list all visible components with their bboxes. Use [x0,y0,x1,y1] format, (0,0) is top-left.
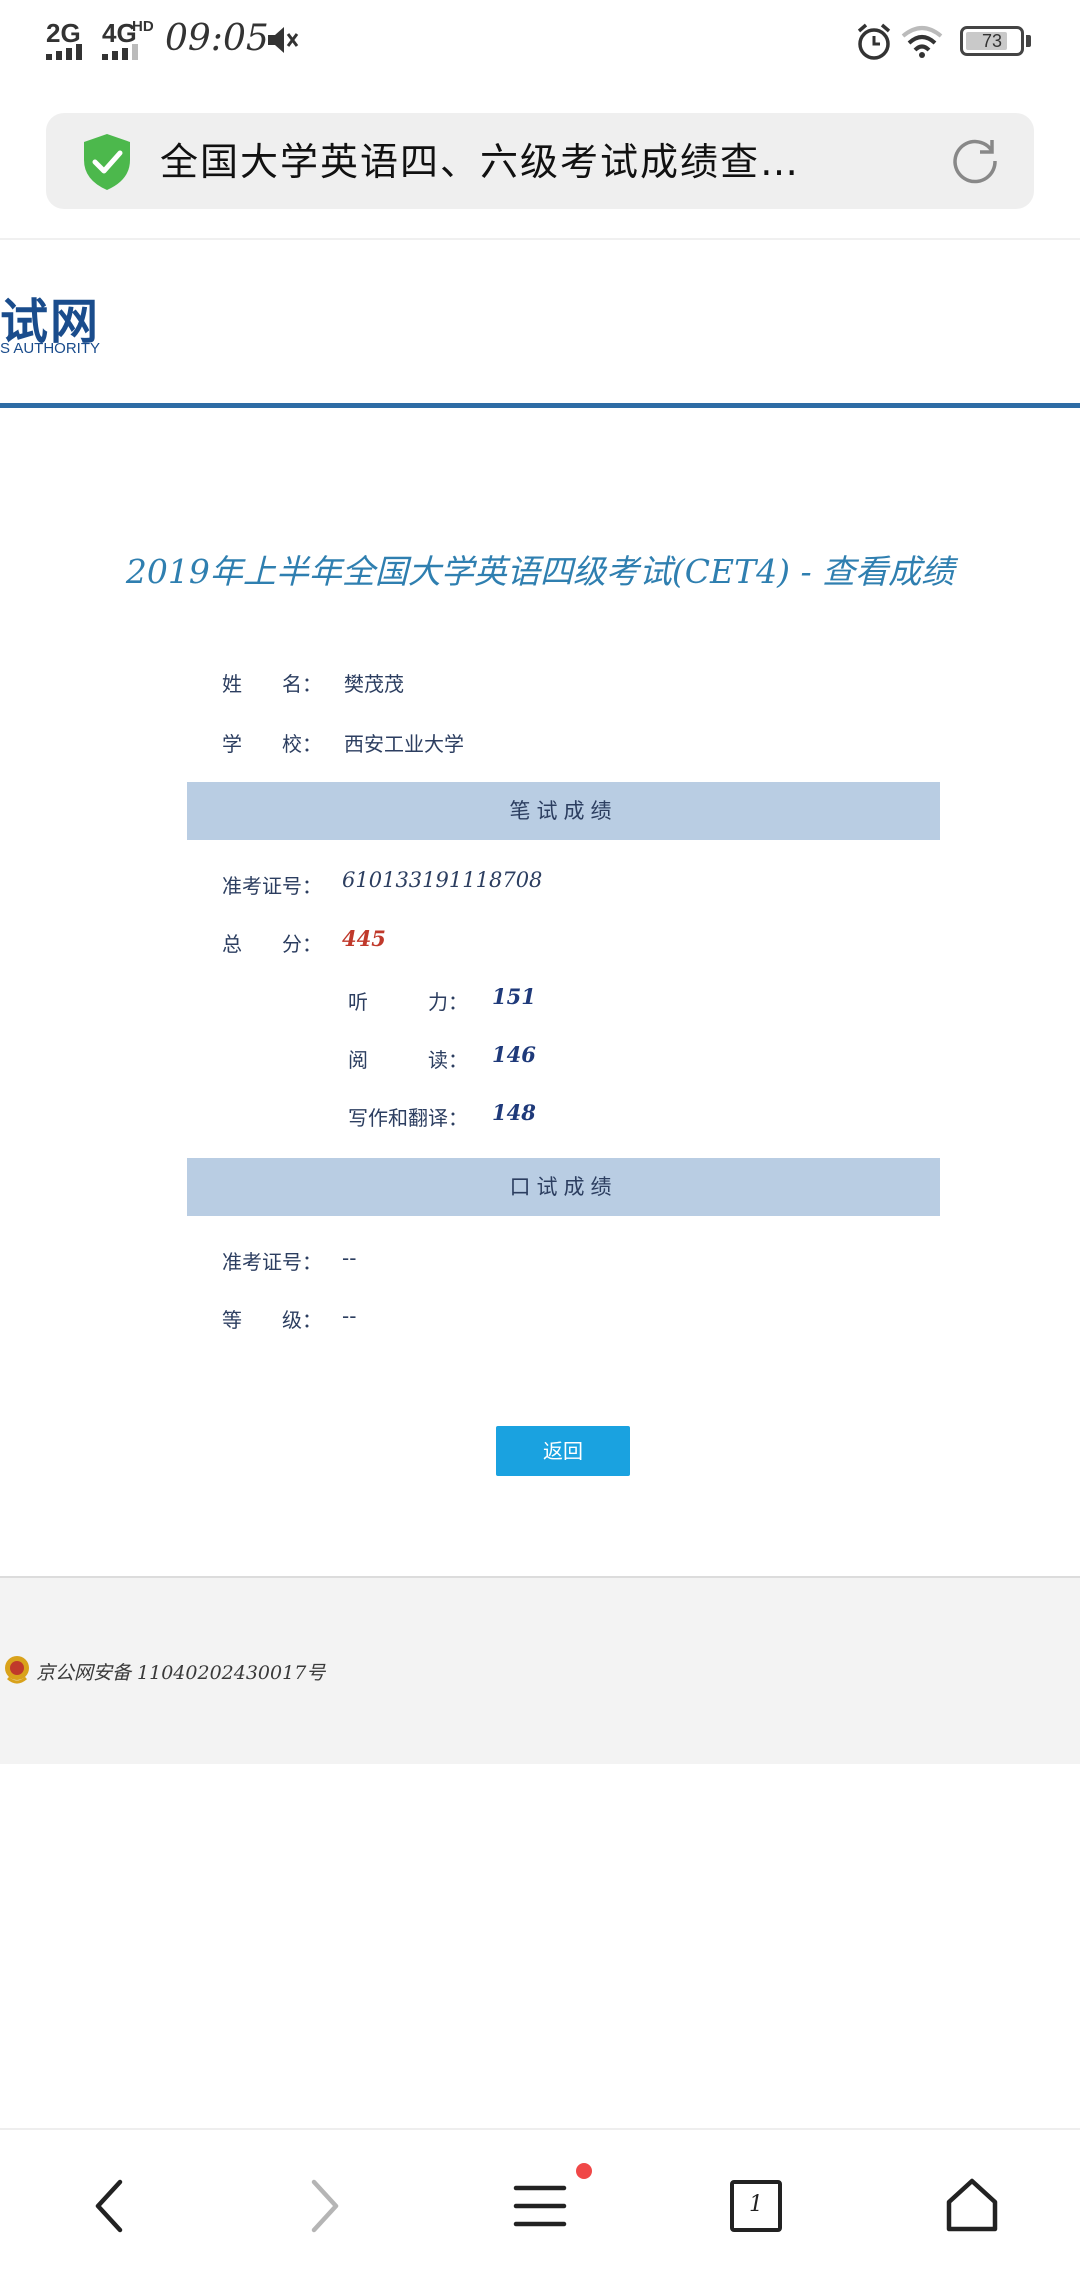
page-title: 2019年上半年全国大学英语四级考试(CET4) - 查看成绩 [125,552,955,591]
name-value: 樊茂茂 [344,672,404,696]
oral-section-header: 口试成绩 [187,1158,940,1216]
oral-ticket-label: 准考证号： [222,1250,322,1274]
return-button[interactable]: 返回 [496,1426,630,1476]
back-icon[interactable] [88,2178,132,2234]
battery-level: 73 [981,31,1003,51]
battery-tip [1026,35,1031,47]
site-logo-subtext: S AUTHORITY [0,340,101,357]
total-score: 445 [342,926,386,951]
tabs-icon[interactable]: 1 [730,2180,782,2232]
writing-label: 写作和翻译： [348,1106,468,1130]
grade-label: 等 级： [222,1308,322,1332]
police-badge-icon [5,1656,29,1684]
shield-check-icon[interactable] [80,132,134,192]
alarm-icon [857,23,891,60]
school-label: 学 校： [222,732,322,756]
name-label: 姓 名： [222,672,322,696]
school-value: 西安工业大学 [344,732,464,756]
listening-score: 151 [492,984,536,1009]
grade-value: -- [342,1304,357,1328]
refresh-icon[interactable] [948,134,1002,188]
signal-bars-1-icon [46,44,82,60]
page-tab-title[interactable]: 全国大学英语四、六级考试成绩查… [160,134,880,190]
oral-ticket-value: -- [342,1246,357,1270]
home-icon[interactable] [944,2176,1000,2234]
status-bar: 2G 4G HD 09:05 73 [0,0,1080,90]
writing-score: 148 [492,1100,536,1125]
tabs-count: 1 [749,2192,763,2217]
listening-label: 听 力： [348,990,468,1014]
header-bar [0,403,1080,408]
mute-icon [268,27,299,53]
beian-link[interactable]: 京公网安备 11040202430017号 [36,1658,325,1685]
nav-divider [0,2128,1080,2130]
battery-icon: 73 [960,26,1024,56]
forward-icon[interactable] [302,2178,346,2234]
reading-score: 146 [492,1042,536,1067]
wifi-icon [901,26,943,58]
written-ticket-label: 准考证号： [222,874,322,898]
notification-dot [576,2163,592,2179]
reading-label: 阅 读： [348,1048,468,1072]
written-ticket-value: 610133191118708 [342,868,543,892]
signal-bars-2-icon [102,44,138,60]
divider [0,238,1080,240]
hd-badge: HD [132,18,154,35]
total-label: 总 分： [222,932,322,956]
written-section-header: 笔试成绩 [187,782,940,840]
menu-icon[interactable] [512,2178,568,2234]
clock: 09:05 [165,18,269,59]
